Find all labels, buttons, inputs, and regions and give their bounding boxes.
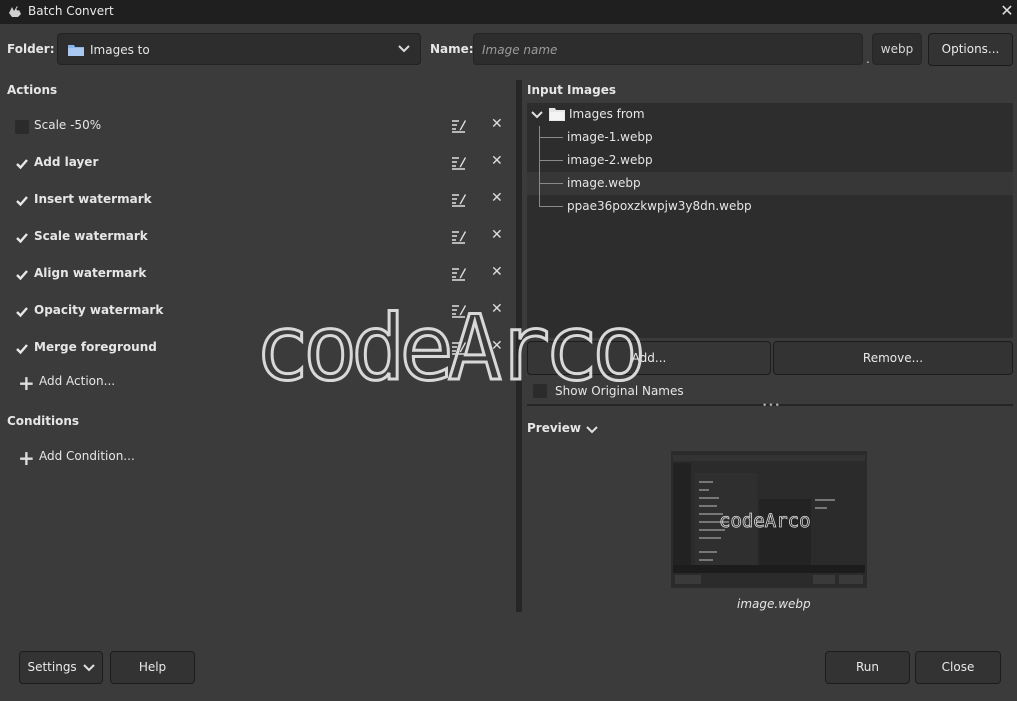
plus-icon: +	[18, 371, 35, 395]
add-condition-button[interactable]: + Add Condition...	[18, 446, 138, 470]
input-images-tree[interactable]: Images from image-1.webp image-2.webp imag…	[527, 103, 1013, 338]
checkbox[interactable]	[15, 120, 29, 134]
folder-select[interactable]: Images to	[57, 33, 421, 65]
action-label: Align watermark	[34, 266, 147, 280]
tree-connector	[539, 160, 563, 161]
tree-file-row[interactable]: image.webp	[527, 172, 1013, 195]
tree-connector	[539, 206, 563, 207]
tree-file-row[interactable]: ppae36poxzkwpjw3y8dn.webp	[527, 195, 1013, 218]
edit-icon[interactable]	[450, 265, 466, 281]
add-images-button[interactable]: Add...	[527, 341, 771, 375]
action-row[interactable]: Add layer ✕	[0, 151, 515, 188]
tree-file-label: image-1.webp	[567, 130, 653, 144]
folder-value: Images to	[90, 43, 150, 57]
action-label: Scale -50%	[34, 118, 102, 132]
close-button[interactable]: Close	[915, 651, 1001, 684]
checkbox-checked[interactable]	[15, 231, 29, 245]
app-icon	[9, 6, 21, 17]
title-bar: Batch Convert ✕	[0, 0, 1017, 24]
remove-images-button[interactable]: Remove...	[773, 341, 1013, 375]
chevron-down-icon	[82, 663, 95, 671]
checkbox-checked[interactable]	[15, 268, 29, 282]
remove-icon[interactable]: ✕	[491, 301, 503, 317]
tree-connector	[539, 183, 563, 184]
settings-button[interactable]: Settings	[19, 651, 103, 684]
tree-root-label: Images from	[569, 107, 645, 121]
chevron-down-icon	[531, 111, 543, 119]
close-icon[interactable]: ✕	[998, 1, 1016, 21]
tree-connector	[539, 137, 563, 138]
actions-title: Actions	[7, 83, 58, 97]
show-original-names-label: Show Original Names	[555, 384, 684, 398]
tree-root-row[interactable]: Images from	[527, 103, 1013, 126]
input-images-title: Input Images	[527, 83, 616, 97]
action-label: Opacity watermark	[34, 303, 164, 317]
window-title: Batch Convert	[28, 4, 114, 18]
checkbox[interactable]	[533, 384, 547, 398]
chevron-down-icon[interactable]	[586, 424, 598, 436]
thumbnail-watermark: codeArco	[719, 510, 811, 532]
remove-icon[interactable]: ✕	[491, 116, 503, 132]
run-button[interactable]: Run	[825, 651, 910, 684]
show-original-names-toggle[interactable]: Show Original Names	[533, 384, 693, 400]
edit-icon[interactable]	[450, 302, 466, 318]
name-label: Name:	[430, 42, 474, 56]
action-label: Insert watermark	[34, 192, 152, 206]
tree-file-label: ppae36poxzkwpjw3y8dn.webp	[567, 199, 752, 213]
add-condition-label: Add Condition...	[39, 449, 135, 463]
tree-file-row[interactable]: image-1.webp	[527, 126, 1013, 149]
edit-icon[interactable]	[450, 228, 466, 244]
remove-icon[interactable]: ✕	[491, 153, 503, 169]
name-field[interactable]	[473, 33, 863, 65]
extension-dot: .	[866, 52, 870, 66]
tree-file-label: image-2.webp	[567, 153, 653, 167]
action-row[interactable]: Merge foreground ✕	[0, 336, 515, 373]
edit-icon[interactable]	[450, 191, 466, 207]
action-label: Add layer	[34, 155, 99, 169]
name-input[interactable]	[480, 40, 854, 60]
extension-field[interactable]: webp	[872, 33, 922, 65]
action-row[interactable]: Scale watermark ✕	[0, 225, 515, 262]
folder-icon	[549, 108, 565, 121]
tree-connector	[539, 126, 540, 207]
chevron-down-icon	[398, 45, 410, 53]
conditions-title: Conditions	[7, 414, 80, 428]
edit-icon[interactable]	[450, 117, 466, 133]
action-row[interactable]: Align watermark ✕	[0, 262, 515, 299]
splitter-grip-icon: •••	[762, 401, 781, 411]
action-label: Merge foreground	[34, 340, 157, 354]
folder-label: Folder:	[7, 42, 55, 56]
tree-file-row[interactable]: image-2.webp	[527, 149, 1013, 172]
remove-icon[interactable]: ✕	[491, 227, 503, 243]
tree-file-label: image.webp	[567, 176, 641, 190]
preview-title: Preview	[527, 421, 582, 435]
action-row[interactable]: Scale -50% ✕	[0, 114, 515, 151]
edit-icon[interactable]	[450, 339, 466, 355]
remove-icon[interactable]: ✕	[491, 338, 503, 354]
edit-icon[interactable]	[450, 154, 466, 170]
plus-icon: +	[18, 446, 35, 470]
folder-icon	[68, 45, 84, 56]
checkbox-checked[interactable]	[15, 157, 29, 171]
checkbox-checked[interactable]	[15, 194, 29, 208]
action-row[interactable]: Opacity watermark ✕	[0, 299, 515, 336]
remove-icon[interactable]: ✕	[491, 190, 503, 206]
add-action-label: Add Action...	[39, 374, 116, 388]
action-row[interactable]: Insert watermark ✕	[0, 188, 515, 225]
options-button[interactable]: Options...	[928, 33, 1013, 66]
pane-splitter[interactable]	[516, 80, 522, 612]
action-label: Scale watermark	[34, 229, 148, 243]
remove-icon[interactable]: ✕	[491, 264, 503, 280]
settings-label: Settings	[27, 660, 77, 674]
preview-thumbnail: codeArco	[671, 451, 867, 588]
checkbox-checked[interactable]	[15, 305, 29, 319]
help-button[interactable]: Help	[110, 651, 195, 684]
add-action-button[interactable]: + Add Action...	[18, 371, 128, 395]
checkbox-checked[interactable]	[15, 342, 29, 356]
preview-caption: image.webp	[737, 597, 811, 611]
preview-thumbnail-art: codeArco	[671, 451, 867, 588]
